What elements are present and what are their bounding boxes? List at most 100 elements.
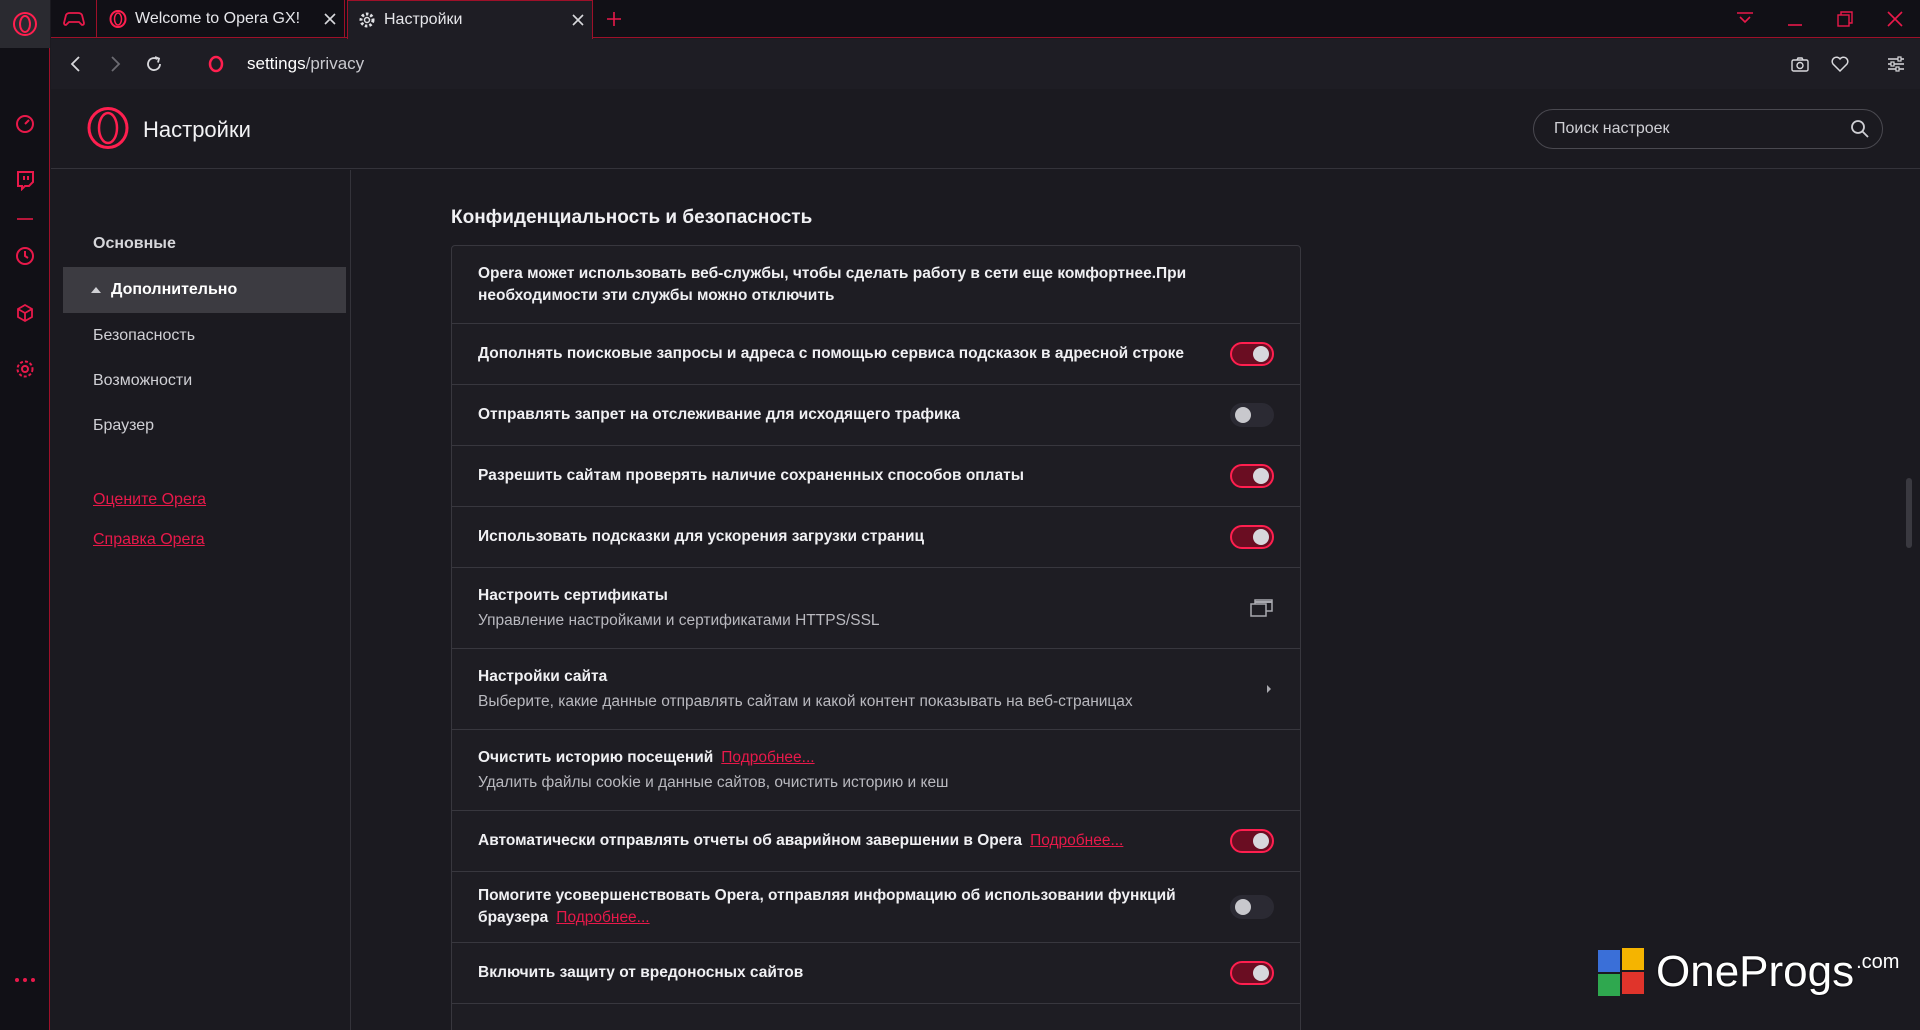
watermark: OneProgs .com [1598,948,1899,996]
opera-menu-button[interactable] [0,0,50,48]
sidebar-divider [17,218,33,220]
search-icon[interactable] [1850,119,1870,139]
reload-button[interactable] [139,49,169,79]
opera-logo-icon [13,12,37,36]
opera-badge-icon [208,55,224,73]
url-host: settings [247,54,306,73]
do-not-track-toggle[interactable] [1230,403,1274,427]
search-suggestions-toggle[interactable] [1230,342,1274,366]
history-icon[interactable] [0,236,50,276]
preload-pages-toggle[interactable] [1230,525,1274,549]
section-title: Конфиденциальность и безопасность [451,207,813,228]
gx-control-icon[interactable] [0,104,50,144]
settings-nav: Основные Дополнительно Безопасность Возм… [51,170,351,1030]
setting-row[interactable]: Автоматически отправлять отчеты об авари… [452,811,1300,872]
learn-more-link[interactable]: Подробнее... [1030,832,1123,849]
settings-header: Настройки [51,89,1920,169]
forward-button[interactable] [100,49,130,79]
plus-icon [607,12,621,26]
gx-sidebar [0,0,50,1030]
opera-favicon-icon [109,10,127,28]
back-arrow-icon [70,56,80,72]
row-text: Автоматически отправлять отчеты об авари… [478,830,1210,852]
bookmark-button[interactable] [1825,49,1855,79]
back-button[interactable] [61,49,91,79]
setting-row[interactable]: Разрешить сайтам проверять наличие сохра… [452,446,1300,507]
new-tab-button[interactable] [602,7,626,31]
nav-item-browser[interactable]: Браузер [63,403,346,449]
windows-logo-icon [1598,948,1644,996]
setting-label: Включить защиту от вредоносных сайтов [478,964,804,981]
close-tab-icon[interactable] [564,6,592,34]
nav-item-label: Дополнительно [111,281,238,298]
sliders-icon [1888,56,1904,72]
row-text: Очистить историю посещений Подробнее... У… [478,747,1274,794]
tab-settings[interactable]: Настройки [347,0,593,39]
opera-help-link[interactable]: Справка Opera [93,531,205,549]
external-window-icon[interactable] [1250,598,1274,618]
crash-reports-toggle[interactable] [1230,829,1274,853]
setting-row[interactable]: Помогите усовершенствовать Opera, отправ… [452,872,1300,943]
setting-row[interactable]: Включить защиту от вредоносных сайтов [452,943,1300,1004]
site-security-badge[interactable] [201,49,231,79]
camera-icon [1791,57,1809,72]
setting-label: Разрешить сайтам проверять наличие сохра… [478,467,1024,484]
close-icon [1887,11,1903,27]
more-icon[interactable] [0,960,50,1000]
setting-row-partial[interactable] [452,1004,1300,1030]
setting-label: Отправлять запрет на отслеживание для ис… [478,406,960,423]
clear-history-row[interactable]: Очистить историю посещений Подробнее... У… [452,730,1300,811]
heart-icon [1831,56,1849,72]
close-tab-icon[interactable] [316,5,344,33]
caret-up-icon [91,287,101,293]
nav-item-label: Основные [93,235,176,252]
tab-menu-button[interactable] [1720,0,1770,38]
page-scrollbar[interactable] [1906,478,1912,548]
tab-welcome[interactable]: Welcome to Opera GX! [99,0,345,38]
easy-setup-button[interactable] [1881,49,1911,79]
url-path: /privacy [305,54,365,73]
settings-search[interactable] [1533,109,1883,149]
address-bar: settings/privacy [51,39,1920,89]
tab-menu-icon [1737,12,1753,24]
row-text: Настроить сертификаты Управление настрой… [478,585,1250,632]
url-field[interactable]: settings/privacy [247,54,364,74]
nav-item-basic[interactable]: Основные [63,221,346,267]
setting-row[interactable]: Отправлять запрет на отслеживание для ис… [452,385,1300,446]
nav-item-features[interactable]: Возможности [63,358,346,404]
setting-description: Управление настройками и сертификатами H… [478,611,880,629]
snapshot-button[interactable] [1785,49,1815,79]
setting-label: Использовать подсказки для ускорения заг… [478,528,924,545]
manage-certificates-row[interactable]: Настроить сертификаты Управление настрой… [452,568,1300,649]
twitch-icon[interactable] [0,160,50,200]
setting-label: Автоматически отправлять отчеты об авари… [478,832,1023,849]
malware-protection-toggle[interactable] [1230,961,1274,985]
setting-row[interactable]: Дополнять поисковые запросы и адреса с п… [452,324,1300,385]
setting-label: Настройки сайта [478,667,608,685]
forward-arrow-icon [111,56,121,72]
setting-description: Удалить файлы cookie и данные сайтов, оч… [478,773,949,791]
intro-text: Opera может использовать веб-службы, что… [478,264,1187,304]
watermark-domain: .com [1856,951,1900,973]
restore-button[interactable] [1820,0,1870,38]
settings-gear-icon[interactable] [0,349,50,389]
search-input[interactable] [1554,110,1844,148]
nav-item-advanced[interactable]: Дополнительно [63,267,346,313]
learn-more-link[interactable]: Подробнее... [721,749,814,766]
setting-label: Дополнять поисковые запросы и адреса с п… [478,345,1185,362]
privacy-card: Opera может использовать веб-службы, что… [451,245,1301,1030]
setting-row[interactable]: Использовать подсказки для ускорения заг… [452,507,1300,568]
payment-methods-toggle[interactable] [1230,464,1274,488]
nav-item-security[interactable]: Безопасность [63,313,346,359]
page-title: Настройки [143,117,251,142]
minimize-button[interactable] [1770,0,1820,38]
close-window-button[interactable] [1870,0,1920,38]
site-settings-row[interactable]: Настройки сайта Выберите, какие данные о… [452,649,1300,730]
gx-corner-tab[interactable] [51,0,97,38]
tab-title: Настройки [384,11,463,28]
nav-item-label: Безопасность [93,327,196,344]
learn-more-link[interactable]: Подробнее... [556,909,649,926]
usage-stats-toggle[interactable] [1230,895,1274,919]
rate-opera-link[interactable]: Оцените Opera [93,491,206,509]
extensions-cube-icon[interactable] [0,293,50,333]
